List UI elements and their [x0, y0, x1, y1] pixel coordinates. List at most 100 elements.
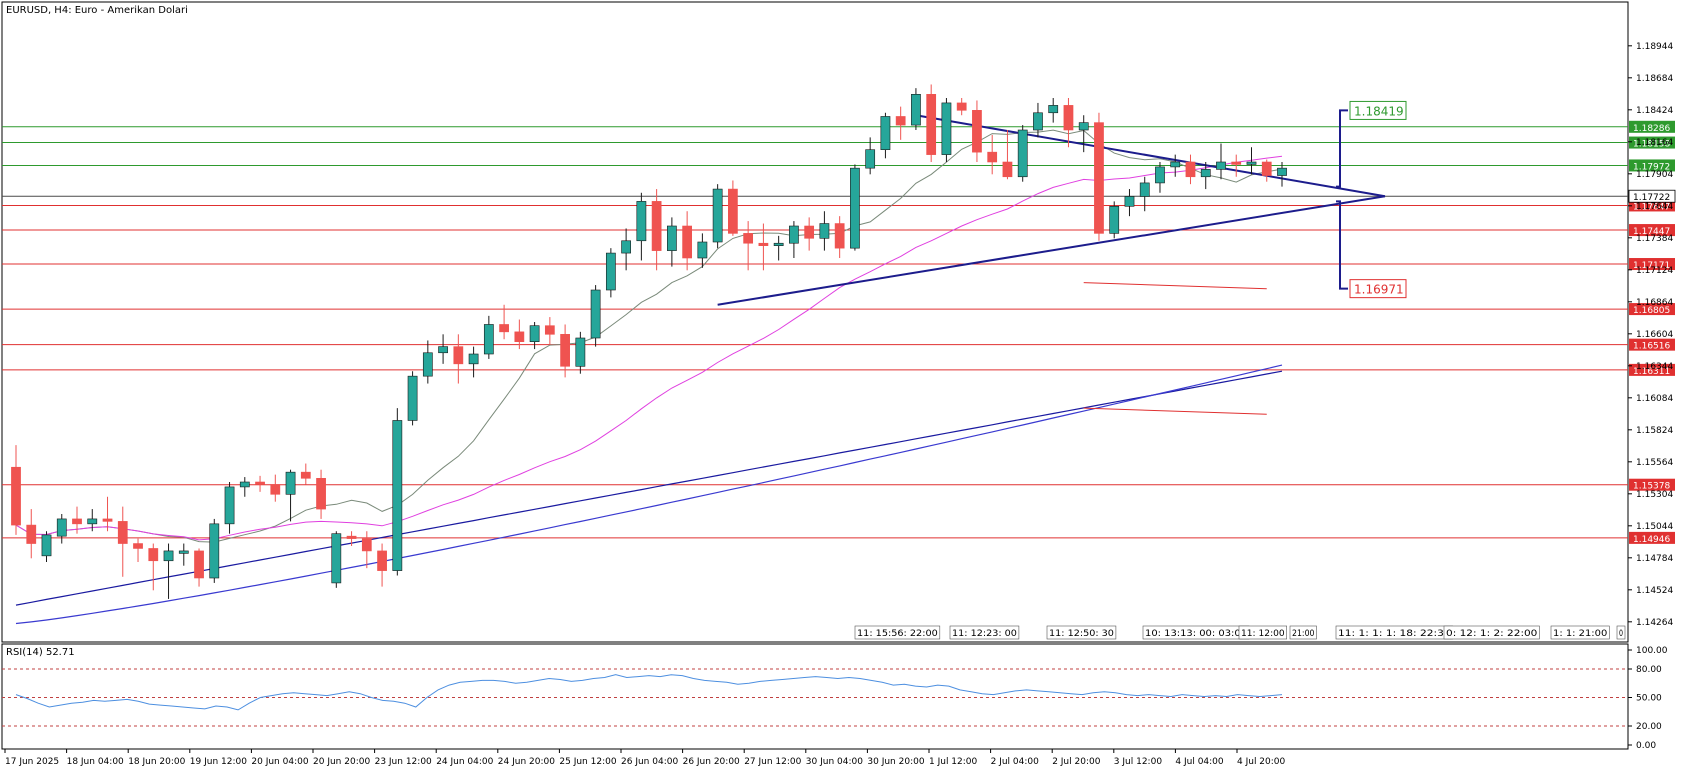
candle-body: [1063, 105, 1074, 131]
candle-body: [26, 524, 37, 544]
candle-body: [667, 225, 677, 251]
candle-body: [72, 518, 82, 525]
rsi-tick-2: 50.00: [1636, 694, 1662, 704]
candle-body: [941, 102, 952, 155]
candle-body: [590, 289, 601, 339]
time-label-0: 11: 15:56: 22:00: [854, 625, 941, 640]
time-tick-14: 30 Jun 20:00: [867, 757, 924, 767]
time-tick-4: 20 Jun 04:00: [251, 757, 308, 767]
price-tick-13: 1.15564: [1636, 458, 1673, 468]
time-tick-9: 25 Jun 12:00: [559, 757, 616, 767]
price-tick-18: 1.14264: [1636, 618, 1673, 628]
candle-body: [1216, 161, 1226, 170]
candle-body: [56, 518, 67, 537]
candle-body: [41, 534, 52, 557]
candle-body: [605, 252, 616, 291]
time-tick-17: 2 Jul 20:00: [1052, 757, 1101, 767]
candle-body: [285, 471, 296, 495]
price-tick-15: 1.15044: [1636, 522, 1673, 532]
main-plot-area[interactable]: [1, 1, 1629, 643]
price-tick-10: 1.16344: [1636, 362, 1673, 372]
candle-body: [102, 518, 113, 522]
candle-body: [1200, 169, 1211, 178]
candle-body: [11, 466, 21, 526]
time-tick-16: 2 Jul 04:00: [991, 757, 1040, 767]
candle-body: [1139, 182, 1150, 197]
candle-body: [1246, 161, 1257, 165]
price-tick-12: 1.15824: [1636, 426, 1673, 436]
candle-55: [850, 164, 860, 251]
rsi-tick-1: 80.00: [1636, 665, 1662, 675]
time-tick-0: 17 Jun 2025: [5, 757, 59, 767]
candle-body: [529, 325, 540, 342]
candle-60: [926, 84, 937, 162]
level-tag-10: 1.14946: [1629, 531, 1675, 545]
rsi-plot-area[interactable]: [1, 643, 1629, 750]
candle-body: [697, 241, 708, 259]
candle-25: [392, 408, 403, 576]
candle-body: [224, 486, 235, 525]
chart: EURUSD, H4: Euro - Amerikan Dolari RSI(1…: [0, 0, 1684, 777]
level-tag-text: 1.14946: [1633, 535, 1670, 545]
candle-body: [499, 324, 509, 333]
price-tick-1: 1.18684: [1636, 74, 1673, 84]
price-tick-4: 1.17904: [1636, 170, 1673, 180]
target-up-text: 1.18419: [1354, 104, 1404, 118]
time-label-text: 1: 1: 21:00: [1553, 629, 1607, 639]
time-tick-12: 27 Jun 12:00: [744, 757, 801, 767]
candle-body: [1078, 122, 1089, 131]
candle-body: [1231, 161, 1242, 165]
price-tick-0: 1.18944: [1636, 42, 1673, 52]
candle-body: [621, 240, 631, 254]
candle-body: [636, 201, 647, 242]
candle-body: [1048, 105, 1059, 114]
candle-38: [590, 285, 601, 347]
candle-72: [1109, 201, 1120, 239]
candle-body: [1185, 161, 1196, 178]
candle-body: [133, 543, 143, 549]
candle-26: [407, 371, 418, 426]
candle-71: [1094, 112, 1104, 241]
candle-body: [392, 420, 403, 571]
level-tag-0: 1.18286: [1629, 120, 1675, 134]
target-down-label: 1.16971: [1349, 279, 1407, 299]
candle-body: [651, 201, 662, 251]
level-tag-text: 1.18286: [1633, 124, 1670, 134]
time-label-text: 11: 1: 1: 1: 18: 22:30: [1338, 629, 1451, 639]
time-tick-20: 4 Jul 20:00: [1237, 757, 1286, 767]
candle-body: [407, 375, 418, 421]
candle-body: [743, 233, 754, 244]
candle-13: [209, 518, 220, 583]
time-tick-18: 3 Jul 12:00: [1114, 757, 1163, 767]
time-label-2: 11: 12:50: 30: [1046, 625, 1117, 640]
time-label-text: 0: 12: 1: 2: 22:00: [1446, 629, 1537, 639]
price-tick-17: 1.14524: [1636, 586, 1673, 596]
candle-body: [1094, 122, 1104, 234]
candle-body: [422, 352, 433, 377]
rsi-tick-4: 0.00: [1636, 741, 1656, 751]
target-up-label: 1.18419: [1349, 100, 1407, 120]
candle-body: [1017, 129, 1028, 178]
candle-body: [926, 94, 937, 155]
level-tag-text: 1.16516: [1633, 342, 1670, 352]
target-down-text: 1.16971: [1354, 283, 1404, 297]
time-tick-19: 4 Jul 04:00: [1175, 757, 1224, 767]
time-tick-1: 18 Jun 04:00: [67, 757, 124, 767]
candle-body: [865, 149, 876, 169]
candle-body: [255, 481, 265, 485]
candle-body: [895, 116, 906, 126]
candle-body: [972, 110, 982, 153]
price-tick-11: 1.16084: [1636, 394, 1673, 404]
candle-66: [1017, 125, 1028, 182]
candle-body: [1109, 206, 1120, 234]
candle-body: [758, 242, 769, 246]
time-label-4: 11: 12:00: [1238, 625, 1288, 640]
candle-body: [453, 346, 464, 365]
time-tick-2: 18 Jun 20:00: [128, 757, 185, 767]
candle-body: [331, 533, 342, 584]
candle-39: [605, 248, 616, 298]
candle-body: [117, 521, 128, 544]
time-label-text: 21:00: [1292, 629, 1315, 639]
candle-body: [209, 523, 220, 579]
time-label-text: 0: [1619, 629, 1623, 639]
